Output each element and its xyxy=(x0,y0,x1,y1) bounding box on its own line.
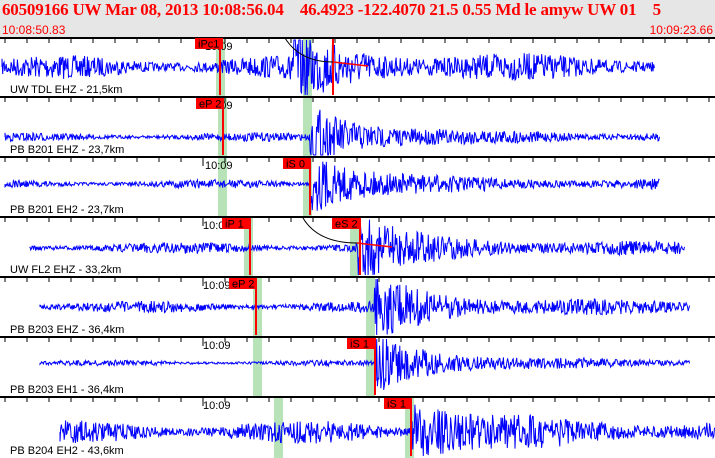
trace-row-0[interactable]: 10:09UW TDL EHZ - 21,5kmiPc1 xyxy=(0,37,715,97)
pick-window xyxy=(253,337,262,397)
phase-pick-label[interactable]: iPc1 xyxy=(195,38,223,51)
phase-pick-label[interactable]: eS 2 xyxy=(332,218,360,231)
station-label: PB B204 EH2 - 43,6km xyxy=(10,445,124,457)
phase-pick-label[interactable]: iS 1 xyxy=(347,338,375,351)
station-label: PB B203 EHZ - 36,4km xyxy=(10,324,124,336)
pick-label-text: iS 1 xyxy=(350,339,369,351)
pick-label-text: iPc1 xyxy=(198,39,219,51)
pick-label-text: eP 2 xyxy=(232,279,254,291)
waveform xyxy=(59,404,715,457)
station-label: PB B201 EHZ - 23,7km xyxy=(10,144,124,156)
trace-row-3[interactable]: 10:09UW FL2 EHZ - 33,2kmiP 1 eS 2 xyxy=(0,216,715,277)
station-label: UW FL2 EHZ - 33,2km xyxy=(10,264,121,276)
trace-row-4[interactable]: 10:09 PB B203 EHZ - 36,4km eP 2 xyxy=(0,276,715,337)
minute-label: 10:09 xyxy=(203,280,231,292)
pick-label-text: iS 0 xyxy=(286,159,305,171)
trace-row-2[interactable]: 10:09 PB B201 EH2 - 23,7km iS 0 xyxy=(0,156,715,217)
phase-pick-label[interactable]: eP 2 xyxy=(229,278,257,291)
minute-label: 10:09 xyxy=(203,400,231,412)
trace-row-6[interactable]: 10:09 PB B204 EH2 - 43,6km iS 1 xyxy=(0,396,715,458)
phase-pick-label[interactable]: eP 2 xyxy=(196,98,224,111)
pick-label-text: iP 1 xyxy=(225,219,244,231)
pick-label-text: eS 2 xyxy=(335,219,358,231)
phase-pick-label[interactable]: iP 1 xyxy=(222,218,250,231)
station-label: PB B203 EH1 - 36,4km xyxy=(10,384,124,396)
trace-row-5[interactable]: 10:09 PB B203 EH1 - 36,4km iS 1 xyxy=(0,336,715,397)
pick-label-text: eP 2 xyxy=(199,99,221,111)
waveform xyxy=(39,278,691,336)
pick-label-text: iS 1 xyxy=(387,399,406,411)
seismogram-panel[interactable]: 10:09 UW TDL EHZ - 21,5km iPc1 10:09 PB B201… xyxy=(0,0,715,458)
minute-label: 10:09 xyxy=(205,160,233,172)
station-label: UW TDL EHZ - 21,5km xyxy=(10,84,122,96)
phase-pick-label[interactable]: iS 1 xyxy=(384,398,412,411)
residual-line xyxy=(332,61,369,67)
trace-row-1[interactable]: 10:09PB B201 EHZ - 23,7kmeP 2 xyxy=(0,96,715,157)
station-label: PB B201 EH2 - 23,7km xyxy=(10,204,124,216)
minute-label: 10:09 xyxy=(203,340,231,352)
phase-pick-label[interactable]: iS 0 xyxy=(283,158,311,171)
